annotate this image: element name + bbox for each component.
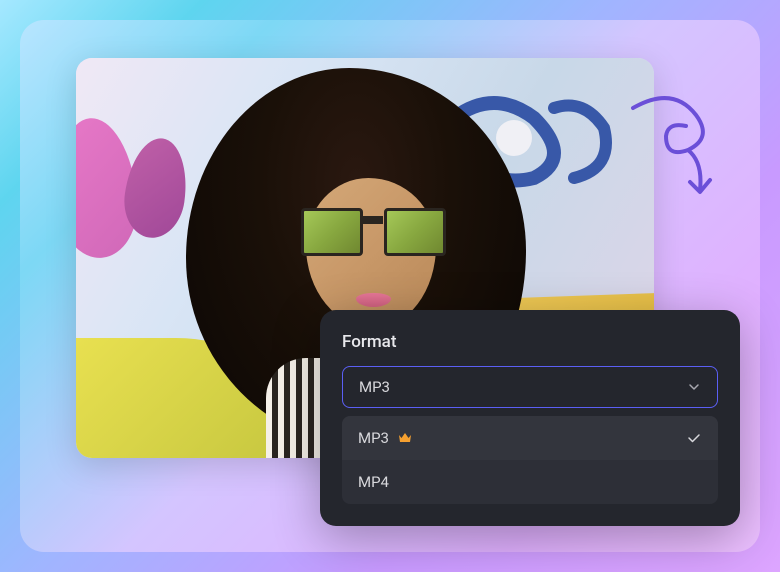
content-wrapper: Format MP3 MP3 MP4 — [20, 20, 760, 552]
format-label: Format — [342, 332, 718, 352]
format-panel: Format MP3 MP3 MP4 — [320, 310, 740, 526]
format-select-value: MP3 — [359, 378, 390, 396]
crown-icon — [397, 430, 413, 446]
chevron-down-icon — [687, 380, 701, 394]
format-dropdown-list: MP3 MP4 — [342, 416, 718, 504]
format-option-mp3[interactable]: MP3 — [342, 416, 718, 460]
format-option-label: MP4 — [358, 473, 389, 491]
format-select[interactable]: MP3 — [342, 366, 718, 408]
arrow-decoration-icon — [618, 90, 728, 210]
checkmark-icon — [686, 430, 702, 446]
format-option-mp4[interactable]: MP4 — [342, 460, 718, 504]
format-option-label: MP3 — [358, 429, 389, 447]
